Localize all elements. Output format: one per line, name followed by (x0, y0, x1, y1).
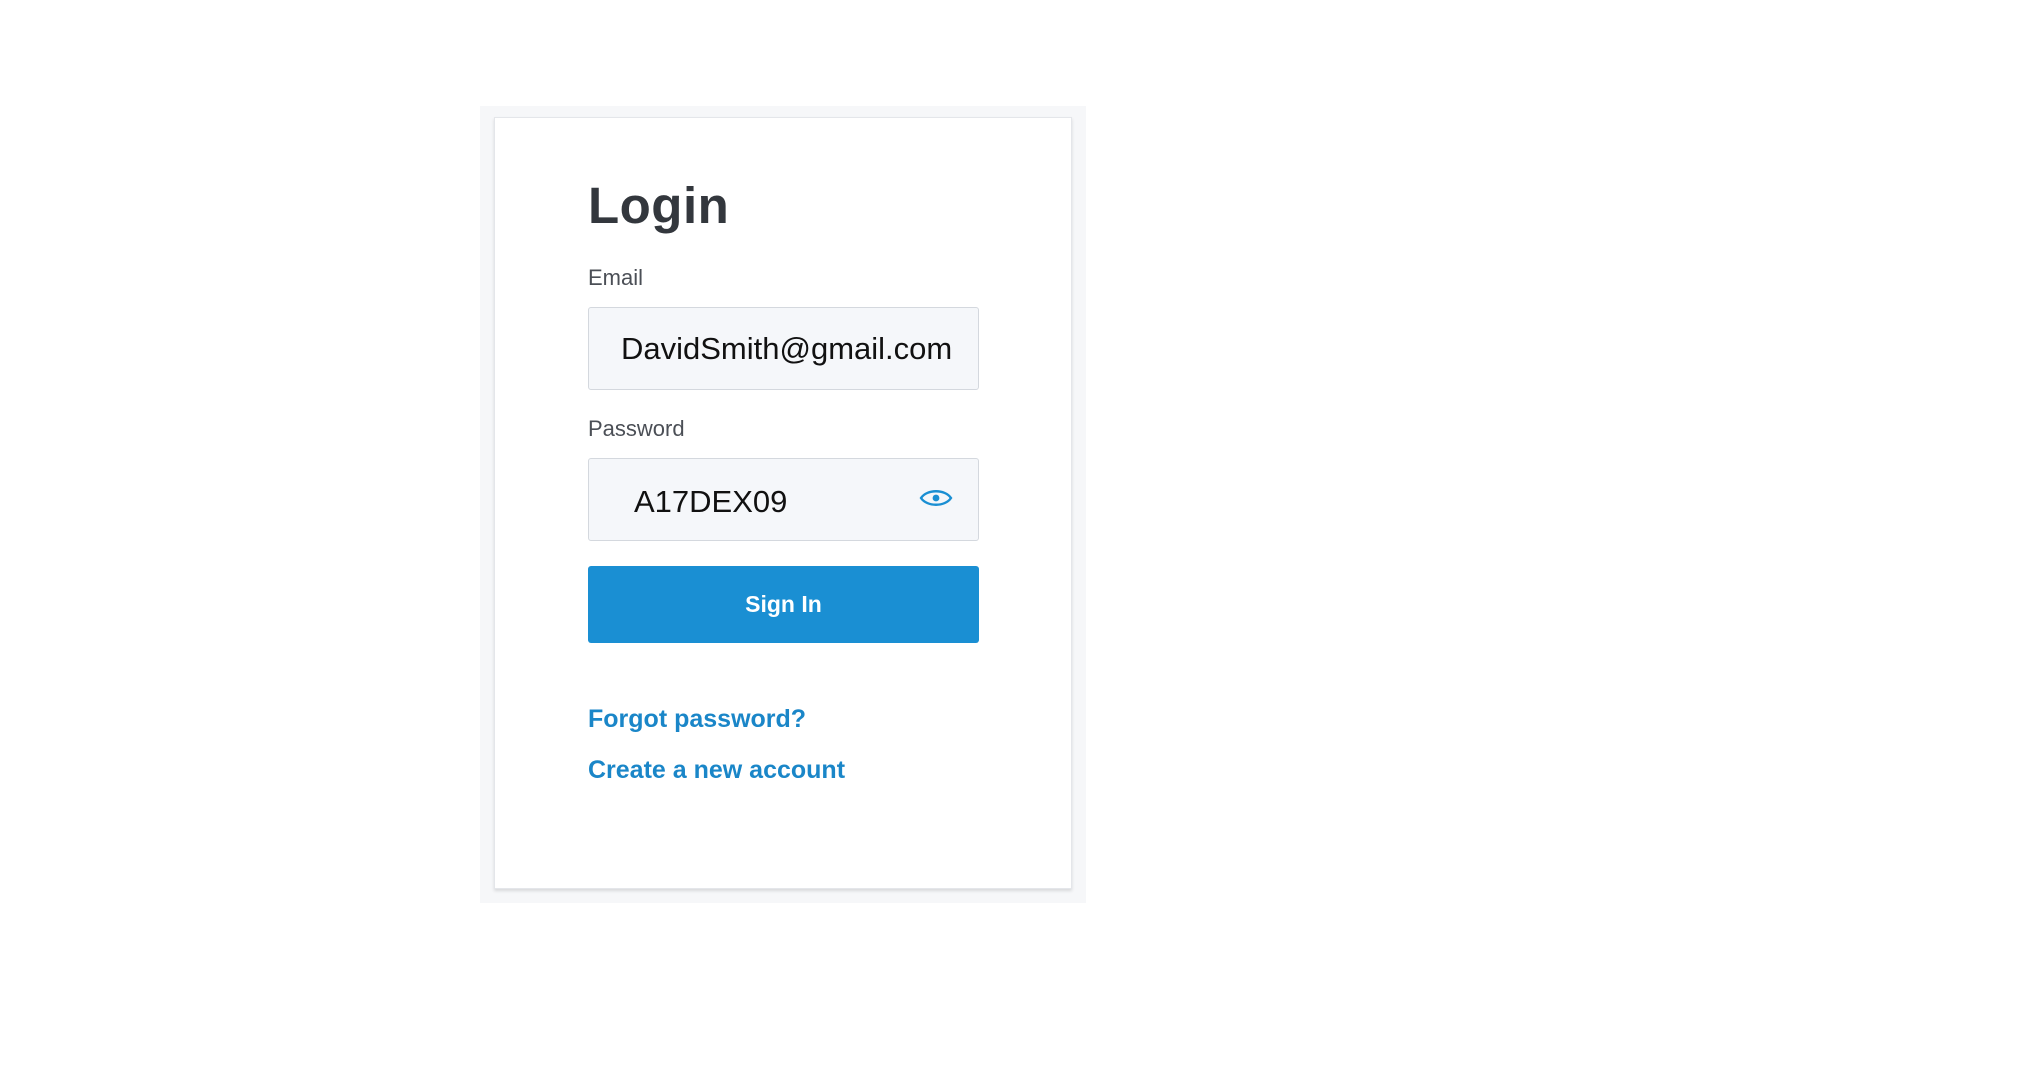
create-account-link[interactable]: Create a new account (588, 756, 845, 785)
sign-in-button[interactable]: Sign In (588, 566, 979, 643)
page-title: Login (588, 177, 730, 234)
eye-icon-graphic (919, 490, 953, 506)
email-field[interactable]: DavidSmith@gmail.com (588, 307, 979, 390)
forgot-password-link[interactable]: Forgot password? (588, 705, 806, 734)
password-label: Password (588, 416, 685, 441)
email-label: Email (588, 265, 644, 290)
eye-icon[interactable] (919, 487, 953, 509)
password-field[interactable]: A17DEX09 (588, 458, 979, 541)
password-value: A17DEX09 (634, 484, 788, 519)
email-value: DavidSmith@gmail.com (621, 331, 953, 366)
login-card: Login Email DavidSmith@gmail.com Passwor… (494, 117, 1072, 889)
